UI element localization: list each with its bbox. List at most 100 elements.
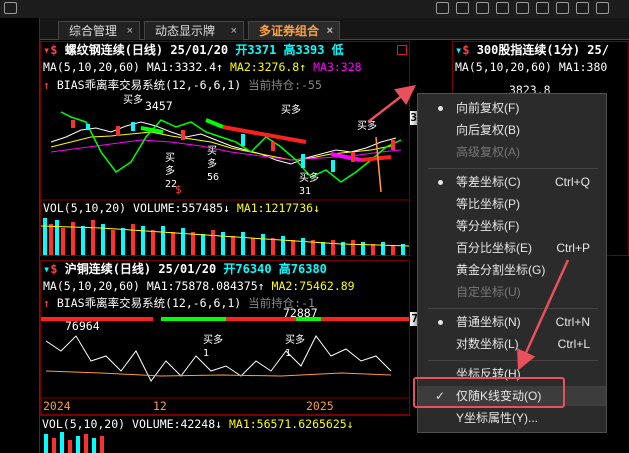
radio-dot-icon	[438, 106, 443, 111]
menu-item-ratio-axis[interactable]: 等比坐标(P)	[418, 194, 606, 214]
volume-value: VOLUME:42248↓	[132, 417, 223, 431]
menu-label: 普通坐标(N)	[456, 315, 521, 329]
chart-title: ▾$ 螺纹钢连续(日线) 25/01/20 开3371 高3393 低	[43, 43, 344, 57]
close-icon[interactable]: ×	[327, 22, 333, 40]
vol-label: VOL(5,10,20)	[42, 417, 126, 431]
vol-ma1-value: MA1:1217736↓	[236, 201, 320, 215]
menu-item-backward-adjust[interactable]: 向后复权(B)	[418, 120, 606, 140]
message-icon[interactable]	[576, 2, 589, 14]
buy-label: 买多 1	[285, 335, 305, 359]
table-icon[interactable]	[516, 2, 529, 14]
chart-title: ▾$ 沪铜连续(日线) 25/01/20 开76340 高76380	[43, 262, 327, 276]
ma1-value: MA1:3332.4↑	[146, 60, 224, 74]
menu-label: 高级复权(A)	[456, 145, 520, 159]
print-icon[interactable]	[436, 2, 449, 14]
close-icon[interactable]: ×	[231, 22, 237, 40]
menu-item-forward-adjust[interactable]: 向前复权(F)	[418, 98, 606, 118]
index-title: 300股指连续(1分) 25/	[476, 43, 609, 57]
copper-ma-line: MA(5,10,20,60) MA1:75878.084375↑ MA2:754…	[43, 280, 355, 293]
radio-dot-icon	[438, 180, 443, 185]
menu-item-arithmetic-axis[interactable]: 等差坐标(C) Ctrl+Q	[418, 172, 606, 192]
copper-chart-panel[interactable]: ▾$ 沪铜连续(日线) 25/01/20 开76340 高76380 MA(5,…	[40, 260, 410, 415]
tab-label: 多证券组合	[259, 24, 320, 38]
date-label: 12	[153, 399, 167, 413]
panel-maximize-icon[interactable]	[397, 45, 407, 55]
lock-icon[interactable]	[596, 2, 609, 14]
menu-shortcut: Ctrl+L	[557, 337, 590, 351]
copper-ohlc: 开76340 高76380	[223, 262, 327, 276]
menu-item-equal-division-axis[interactable]: 等分坐标(F)	[418, 216, 606, 236]
buy-label: 买多	[281, 105, 301, 116]
settings-icon[interactable]	[536, 2, 549, 14]
rebar-title: 螺纹钢连续(日线) 25/01/20	[64, 43, 229, 57]
ma-label: MA(5,10,20,60)	[43, 279, 140, 293]
menu-shortcut: Ctrl+Q	[554, 175, 590, 189]
menu-label: 向前复权(F)	[456, 101, 520, 115]
price-high-label: 76964	[65, 319, 100, 333]
grid-icon[interactable]	[4, 2, 17, 14]
buy-label: 买多	[357, 121, 377, 132]
buy-label: 买多 1	[203, 335, 223, 359]
menu-label: 等分坐标(F)	[456, 219, 520, 233]
menu-item-custom-axis: 自定坐标(U)	[418, 282, 606, 302]
index-ma-line: MA(5,10,20,60) MA1:380	[455, 60, 608, 74]
rebar-vol-line: VOL(5,10,20) VOLUME:557485↓ MA1:1217736↓	[43, 202, 320, 215]
rebar-chart-graphics	[41, 111, 409, 255]
copper-title: 沪铜连续(日线) 25/01/20	[64, 262, 217, 276]
menu-item-normal-axis[interactable]: 普通坐标(N) Ctrl+N	[418, 312, 606, 332]
rebar-volume-bars	[41, 218, 409, 255]
volume-value: VOLUME:557485↓	[133, 201, 230, 215]
close-icon[interactable]: ×	[127, 22, 133, 40]
window-icon[interactable]	[456, 2, 469, 14]
tab-bar: 综合管理 × 动态显示牌 × 多证券组合 ×	[0, 18, 629, 40]
copper-bias-line: ↑ BIAS乖离率交易系统(12,-6,6,1) 当前持仓:-1	[43, 296, 315, 310]
menu-item-log-axis[interactable]: 对数坐标(L) Ctrl+L	[418, 334, 606, 354]
radio-dot-icon	[438, 320, 443, 325]
price-high-label: 3457	[145, 99, 173, 113]
buy-label: 买多 56	[207, 146, 220, 183]
vol-label: VOL(5,10,20)	[43, 201, 127, 215]
menu-label: 自定坐标(U)	[456, 285, 521, 299]
holding-label: 当前持仓:-55	[248, 78, 322, 92]
trading-terminal: 综合管理 × 动态显示牌 × 多证券组合 × ▾$ 螺纹钢连续(日线) 25/0…	[0, 0, 629, 453]
rebar-chart-panel[interactable]: ▾$ 螺纹钢连续(日线) 25/01/20 开3371 高3393 低 MA(5…	[40, 41, 410, 256]
copper-vol-line: VOL(5,10,20) VOLUME:42248↓ MA1:56571.626…	[42, 418, 354, 431]
user-icon[interactable]	[556, 2, 569, 14]
menu-label: 向后复权(B)	[456, 123, 520, 137]
top-toolbar	[0, 0, 629, 18]
rebar-ma-line: MA(5,10,20,60) MA1:3332.4↑ MA2:3276.8↑ M…	[43, 61, 362, 74]
tab-overview[interactable]: 综合管理 ×	[58, 21, 140, 40]
calculator-icon[interactable]	[476, 2, 489, 14]
menu-item-percent-axis[interactable]: 百分比坐标(E) Ctrl+P	[418, 238, 606, 258]
ma2-value: MA2:3276.8↑	[229, 60, 307, 74]
ma-label: MA(5,10,20,60)	[43, 60, 140, 74]
menu-shortcut: Ctrl+P	[556, 241, 590, 255]
sell-marker: $	[175, 183, 182, 196]
bias-label: BIAS乖离率交易系统(12,-6,6,1)	[56, 78, 242, 92]
chart-icon[interactable]	[496, 2, 509, 14]
tab-dynamic-board[interactable]: 动态显示牌 ×	[144, 21, 244, 40]
menu-shortcut: Ctrl+N	[555, 315, 590, 329]
rebar-price-lines	[50, 111, 402, 183]
vol-ma1-value: MA1:56571.6265625↓	[228, 417, 354, 431]
menu-label: 等差坐标(C)	[456, 175, 521, 189]
ma2-value: MA2:75462.89	[271, 279, 355, 293]
bias-label: BIAS乖离率交易系统(12,-6,6,1)	[56, 296, 242, 310]
menu-item-advanced-adjust: 高级复权(A)	[418, 142, 606, 162]
price-high-label: 72887	[283, 306, 318, 320]
date-label: 2025	[306, 399, 334, 413]
menu-item-golden-axis[interactable]: 黄金分割坐标(G)	[418, 260, 606, 280]
highlight-box	[413, 377, 565, 408]
tab-portfolio[interactable]: 多证券组合 ×	[248, 21, 340, 40]
menu-item-y-axis-properties[interactable]: Y坐标属性(Y)...	[418, 408, 606, 428]
ma3-value: MA3:328	[313, 60, 362, 74]
rebar-ohlc: 开3371 高3393 低	[235, 43, 344, 57]
menu-label: Y坐标属性(Y)...	[456, 411, 539, 425]
tab-label: 动态显示牌	[155, 24, 216, 38]
ma1-value: MA1:75878.084375↑	[146, 279, 265, 293]
date-label: 2024	[43, 399, 71, 413]
menu-separator	[428, 308, 598, 309]
menu-label: 黄金分割坐标(G)	[456, 263, 546, 277]
menu-separator	[428, 360, 598, 361]
rebar-bias-line: ↑ BIAS乖离率交易系统(12,-6,6,1) 当前持仓:-55	[43, 78, 322, 92]
